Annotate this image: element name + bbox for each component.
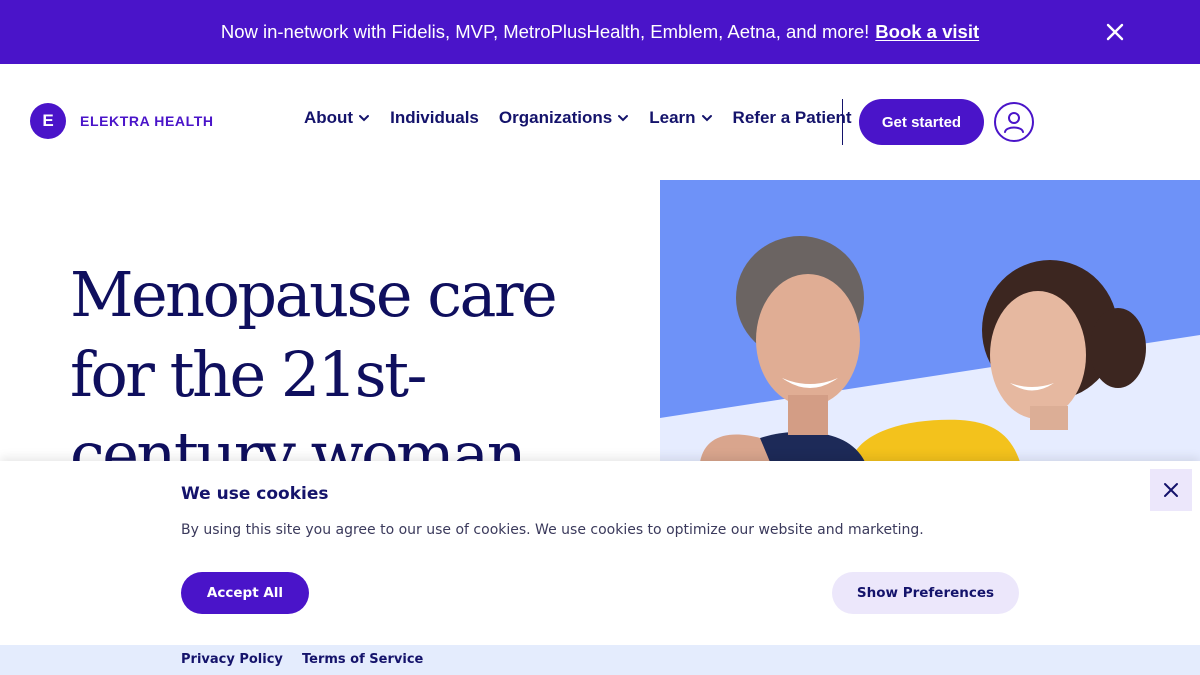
main-nav: About Individuals Organizations Learn Re… bbox=[304, 108, 872, 128]
account-button[interactable] bbox=[994, 102, 1034, 142]
cookie-close-button[interactable] bbox=[1150, 469, 1192, 511]
user-icon bbox=[1004, 112, 1024, 133]
nav-item-label: Refer a Patient bbox=[732, 108, 852, 127]
cookie-footer: Privacy Policy Terms of Service bbox=[0, 645, 1200, 675]
cookie-title: We use cookies bbox=[181, 484, 329, 504]
chevron-down-icon bbox=[701, 115, 712, 122]
hero-image bbox=[660, 180, 1200, 462]
nav-item-about[interactable]: About bbox=[304, 108, 370, 128]
logo-text: ELEKTRA HEALTH bbox=[80, 113, 214, 129]
nav-item-label: Individuals bbox=[390, 108, 479, 127]
close-icon[interactable] bbox=[1102, 19, 1128, 45]
book-visit-link[interactable]: Book a visit bbox=[875, 21, 979, 43]
cookie-banner: We use cookies By using this site you ag… bbox=[0, 461, 1200, 675]
cookie-message: By using this site you agree to our use … bbox=[181, 522, 924, 538]
site-header: E ELEKTRA HEALTH About Individuals Organ… bbox=[0, 64, 1200, 180]
nav-item-learn[interactable]: Learn bbox=[649, 108, 712, 128]
nav-item-refer-patient[interactable]: Refer a Patient bbox=[733, 108, 852, 128]
nav-divider bbox=[842, 99, 843, 145]
announcement-message: Now in-network with Fidelis, MVP, MetroP… bbox=[220, 21, 870, 42]
announcement-bar: Now in-network with Fidelis, MVP, MetroP… bbox=[0, 0, 1200, 64]
nav-item-label: About bbox=[304, 108, 354, 127]
hero-title: Menopause care for the 21st-century woma… bbox=[70, 258, 558, 491]
chevron-down-icon bbox=[618, 115, 629, 122]
chevron-down-icon bbox=[359, 115, 370, 122]
nav-item-label: Learn bbox=[649, 108, 696, 127]
accept-all-button[interactable]: Accept All bbox=[181, 572, 309, 614]
nav-item-label: Organizations bbox=[498, 108, 613, 127]
close-icon bbox=[1164, 483, 1178, 497]
show-preferences-button[interactable]: Show Preferences bbox=[832, 572, 1019, 614]
logo-mark: E bbox=[30, 103, 66, 139]
terms-of-service-link[interactable]: Terms of Service bbox=[302, 652, 423, 667]
nav-item-organizations[interactable]: Organizations bbox=[499, 108, 629, 128]
privacy-policy-link[interactable]: Privacy Policy bbox=[181, 652, 283, 667]
logo[interactable]: E ELEKTRA HEALTH bbox=[30, 103, 214, 139]
nav-item-individuals[interactable]: Individuals bbox=[390, 108, 479, 128]
get-started-button[interactable]: Get started bbox=[859, 99, 984, 145]
